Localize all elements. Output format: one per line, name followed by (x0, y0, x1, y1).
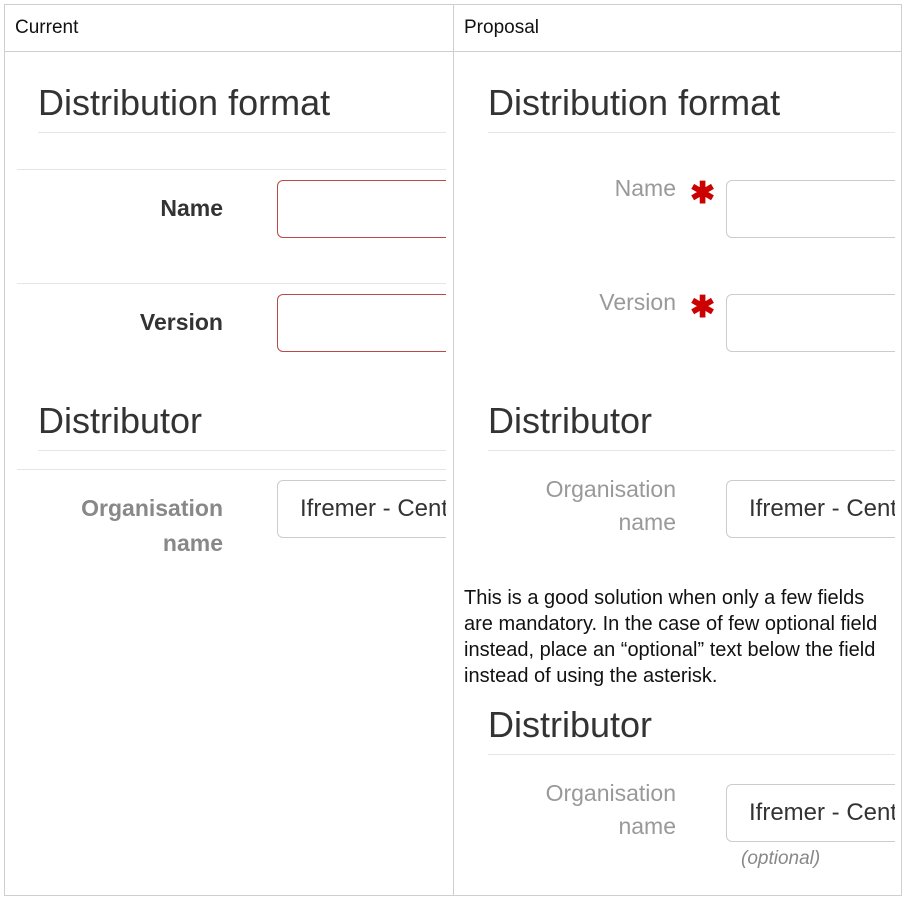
organisation-name-input[interactable]: Ifremer - Centre (277, 480, 446, 538)
name-label: Name (160, 195, 223, 221)
current-column: Distribution format Name Version Distrib… (5, 52, 446, 895)
organisation-name-input[interactable]: Ifremer - Centre (726, 784, 895, 842)
version-input[interactable] (277, 294, 446, 352)
name-input[interactable] (726, 180, 895, 238)
column-header-proposal: Proposal (464, 17, 539, 38)
section-divider (488, 450, 895, 451)
version-label: Version (599, 289, 676, 315)
section-title-distribution-format: Distribution format (38, 82, 331, 123)
section-divider (488, 132, 895, 133)
proposal-column: Distribution format Name ✱ Version ✱ Dis… (454, 52, 895, 895)
optional-hint: (optional) (741, 848, 821, 869)
organisation-name-label: Organisation name (81, 495, 223, 556)
version-label: Version (139, 309, 223, 335)
organisation-name-label: Organisation name (545, 780, 676, 839)
required-asterisk-icon: ✱ (690, 291, 716, 324)
row-divider (17, 283, 446, 284)
column-header-current: Current (15, 17, 79, 38)
proposal-note: This is a good solution when only a few … (464, 587, 878, 687)
name-label: Name (614, 175, 676, 201)
section-divider (488, 754, 895, 755)
organisation-name-input[interactable]: Ifremer - Centre (726, 480, 895, 538)
section-title-distribution-format: Distribution format (488, 82, 781, 123)
row-divider (17, 469, 446, 470)
comparison-table: Current Proposal Distribution format Nam… (4, 4, 902, 896)
name-input[interactable] (277, 180, 446, 238)
section-divider (38, 132, 446, 133)
section-title-distributor: Distributor (488, 704, 653, 745)
section-title-distributor: Distributor (38, 400, 203, 441)
row-divider (17, 169, 446, 170)
version-input[interactable] (726, 294, 895, 352)
section-divider (38, 450, 446, 451)
section-title-distributor: Distributor (488, 400, 653, 441)
required-asterisk-icon: ✱ (690, 177, 716, 210)
organisation-name-label: Organisation name (545, 476, 676, 535)
